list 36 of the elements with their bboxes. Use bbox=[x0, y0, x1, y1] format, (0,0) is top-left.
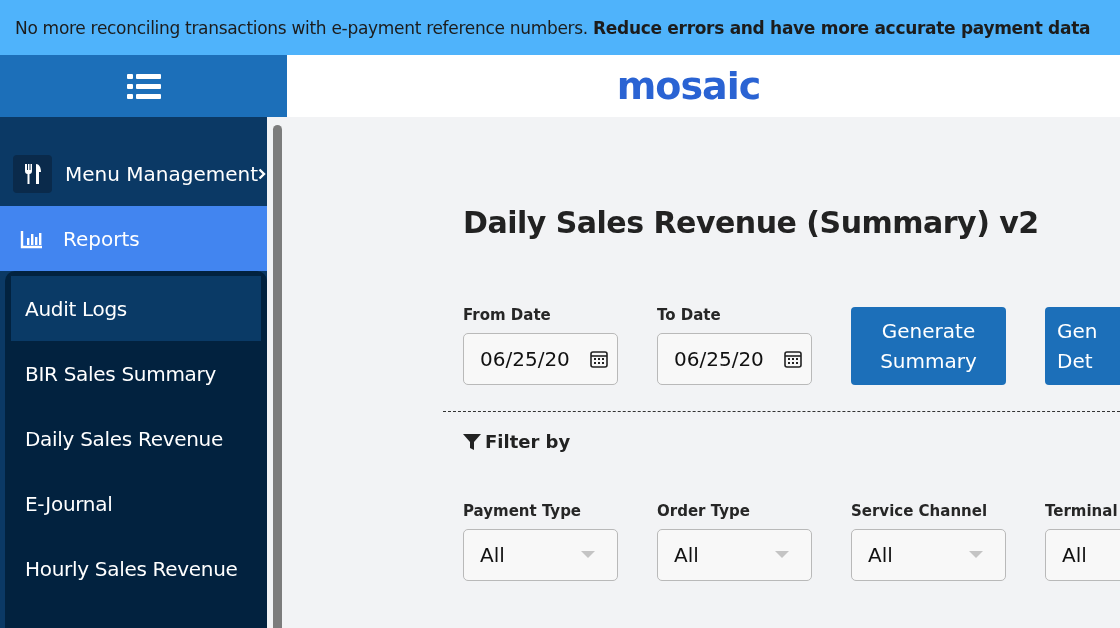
fork-knife-icon bbox=[13, 154, 52, 193]
brand-logo[interactable]: mosaic bbox=[616, 64, 761, 108]
dropdown-field[interactable]: All bbox=[1045, 529, 1120, 581]
dropdown-field[interactable]: All bbox=[463, 529, 618, 581]
submenu-item[interactable]: Daily Sales Revenue bbox=[11, 406, 261, 471]
sidebar-item[interactable]: Menu Management bbox=[0, 141, 267, 206]
calendar-icon[interactable] bbox=[783, 349, 803, 369]
scrollbar-thumb[interactable] bbox=[272, 125, 282, 628]
caret-down-icon bbox=[969, 551, 983, 559]
page-title: Daily Sales Revenue (Summary) v2 bbox=[463, 205, 1040, 240]
sidebar-item[interactable]: Reports bbox=[0, 206, 267, 271]
field-label: Service Channel bbox=[851, 502, 989, 520]
date-field[interactable]: 06/25/20 bbox=[463, 333, 618, 385]
caret-down-icon bbox=[581, 551, 595, 559]
submenu-item[interactable]: Hourly Sales Revenue bbox=[11, 536, 261, 601]
menu-icon[interactable] bbox=[125, 72, 162, 100]
field-label: Order Type bbox=[657, 502, 751, 520]
bar-chart-icon bbox=[20, 228, 44, 249]
submenu-item[interactable]: E-Journal bbox=[11, 471, 261, 536]
dropdown-field[interactable]: All bbox=[851, 529, 1006, 581]
banner-text: No more reconciling transactions with e-payment reference numbers. Reduce errors and have more accurate payment data bbox=[15, 17, 1091, 38]
filter-heading: Filter by bbox=[485, 431, 571, 452]
field-label: Payment Type bbox=[463, 502, 583, 520]
field-label: From Date bbox=[463, 306, 552, 324]
chevron-right-icon bbox=[258, 167, 267, 180]
field-label: Terminal bbox=[1045, 502, 1119, 520]
calendar-icon[interactable] bbox=[589, 349, 609, 369]
submenu-item[interactable]: Audit Logs bbox=[11, 276, 261, 341]
generate-button[interactable]: Gen Det bbox=[1045, 307, 1120, 385]
caret-down-icon bbox=[775, 551, 789, 559]
filter-icon bbox=[463, 432, 481, 451]
submenu-item[interactable]: BIR Sales Summary bbox=[11, 341, 261, 406]
dropdown-field[interactable]: All bbox=[657, 529, 812, 581]
date-field[interactable]: 06/25/20 bbox=[657, 333, 812, 385]
generate-button[interactable]: Generate Summary bbox=[851, 307, 1006, 385]
field-label: To Date bbox=[657, 306, 722, 324]
